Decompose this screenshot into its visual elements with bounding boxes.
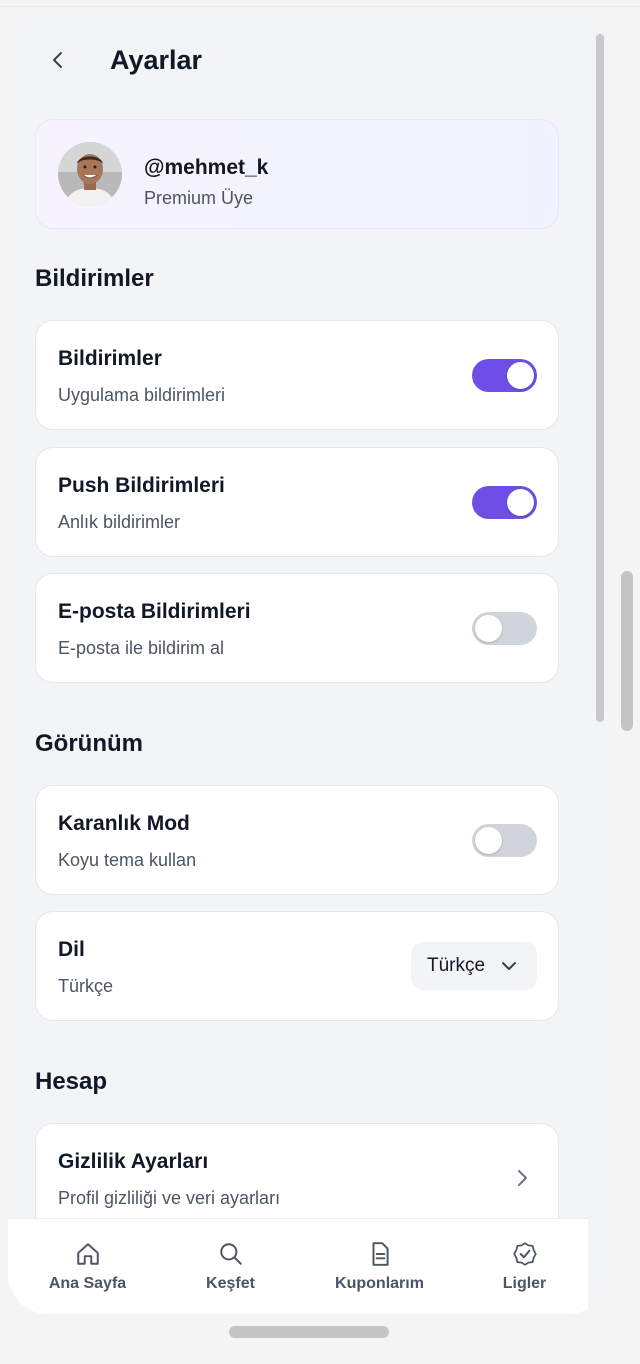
- browser-divider: [0, 6, 640, 7]
- nav-label: Ligler: [502, 1275, 547, 1292]
- dark-mode-toggle[interactable]: [472, 824, 537, 857]
- bottom-navigation: Ana Sayfa Keşfet Kuponlarım Ligler: [8, 1218, 588, 1314]
- setting-title: Dil: [58, 938, 85, 961]
- setting-subtitle: Anlık bildirimler: [58, 512, 181, 532]
- language-select-value: Türkçe: [427, 955, 486, 976]
- avatar: [58, 142, 122, 206]
- document-icon: [372, 1242, 389, 1266]
- section-title-appearance: Görünüm: [35, 730, 143, 757]
- section-title-notifications: Bildirimler: [35, 265, 154, 292]
- page-header: Ayarlar: [8, 12, 588, 108]
- email-notifications-toggle[interactable]: [472, 612, 537, 645]
- setting-subtitle: E-posta ile bildirim al: [58, 638, 225, 658]
- chevron-left-icon: [53, 52, 62, 68]
- search-icon: [219, 1243, 242, 1265]
- page-title: Ayarlar: [110, 45, 203, 75]
- setting-app-notifications: Bildirimler Uygulama bildirimleri: [35, 320, 559, 430]
- setting-subtitle: Profil gizliliği ve veri ayarları: [58, 1188, 281, 1208]
- toggle-knob: [507, 489, 534, 516]
- inner-scrollbar[interactable]: [596, 34, 604, 722]
- setting-subtitle: Türkçe: [58, 976, 114, 996]
- nav-item-leagues[interactable]: Ligler: [452, 1219, 597, 1314]
- nav-item-home[interactable]: Ana Sayfa: [15, 1219, 160, 1314]
- setting-subtitle: Koyu tema kullan: [58, 850, 197, 870]
- setting-email-notifications: E-posta Bildirimleri E-posta ile bildiri…: [35, 573, 559, 683]
- nav-item-coupons[interactable]: Kuponlarım: [307, 1219, 452, 1314]
- setting-title: Bildirimler: [58, 347, 162, 370]
- page-scrollbar[interactable]: [621, 571, 633, 731]
- profile-membership: Premium Üye: [144, 188, 254, 208]
- home-indicator: [229, 1326, 389, 1338]
- home-icon: [76, 1243, 99, 1265]
- setting-privacy[interactable]: Gizlilik Ayarları Profil gizliliği ve ve…: [35, 1123, 559, 1218]
- setting-language: Dil Türkçe Türkçe: [35, 911, 559, 1021]
- chevron-down-icon: [502, 962, 516, 970]
- nav-label: Keşfet: [206, 1275, 255, 1292]
- setting-title: Gizlilik Ayarları: [58, 1150, 209, 1173]
- nav-label: Kuponlarım: [335, 1275, 424, 1292]
- setting-title: Push Bildirimleri: [58, 474, 225, 497]
- phone-frame: Ayarlar @mehmet_k Premium Üye Bildirimle…: [8, 12, 608, 1314]
- setting-push-notifications: Push Bildirimleri Anlık bildirimler: [35, 447, 559, 557]
- setting-title: Karanlık Mod: [58, 812, 190, 835]
- nav-item-explore[interactable]: Keşfet: [158, 1219, 303, 1314]
- language-select[interactable]: Türkçe: [411, 942, 537, 990]
- setting-subtitle: Uygulama bildirimleri: [58, 385, 226, 405]
- toggle-knob: [475, 615, 502, 642]
- toggle-knob: [507, 362, 534, 389]
- back-button[interactable]: [36, 38, 80, 82]
- profile-username: @mehmet_k: [144, 156, 269, 179]
- settings-scroll-area[interactable]: Ayarlar @mehmet_k Premium Üye Bildirimle…: [8, 12, 588, 1218]
- setting-dark-mode: Karanlık Mod Koyu tema kullan: [35, 785, 559, 895]
- toggle-knob: [475, 827, 502, 854]
- chevron-right-icon: [518, 1170, 527, 1186]
- section-title-account: Hesap: [35, 1068, 108, 1095]
- badge-check-icon: [512, 1242, 537, 1266]
- setting-title: E-posta Bildirimleri: [58, 600, 251, 623]
- profile-card[interactable]: @mehmet_k Premium Üye: [35, 119, 559, 229]
- app-notifications-toggle[interactable]: [472, 359, 537, 392]
- push-notifications-toggle[interactable]: [472, 486, 537, 519]
- nav-label: Ana Sayfa: [48, 1275, 127, 1292]
